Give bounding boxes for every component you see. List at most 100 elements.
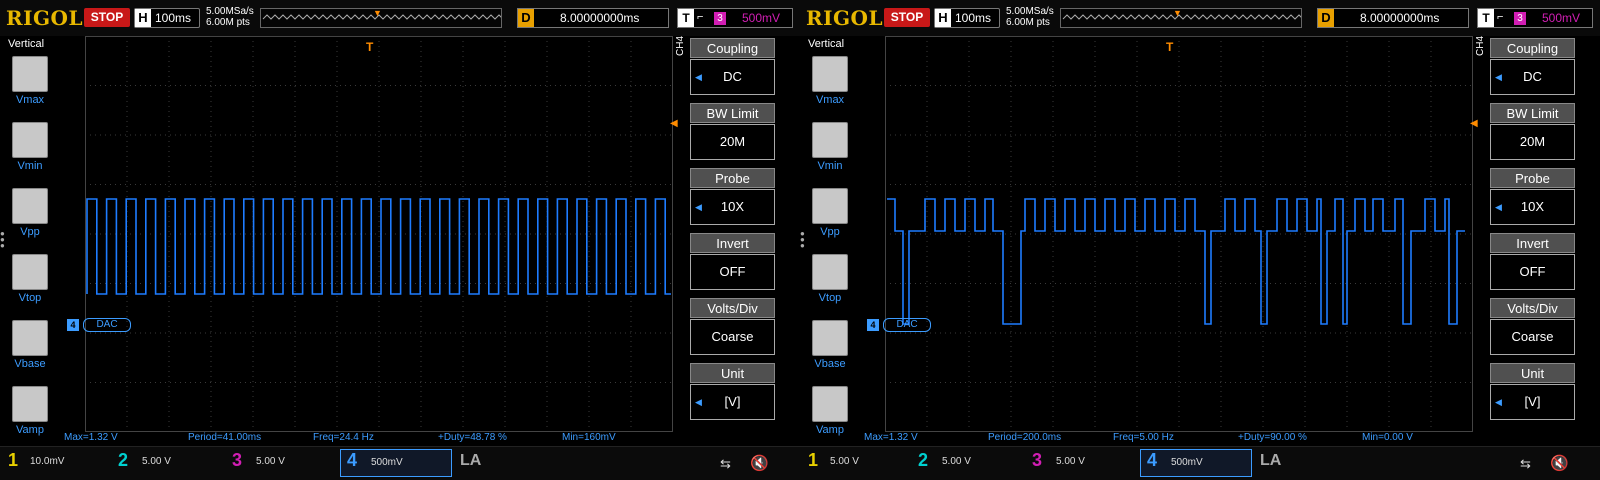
arrow-icon: ◀ [1495,72,1502,82]
trigger-source: 3 [1514,12,1526,25]
dac-trace [887,198,1465,325]
pulse-icon [812,188,848,224]
measure-vpp[interactable]: Vpp [12,188,52,238]
measure-vmax[interactable]: Vmax [12,56,52,106]
trigger-level: 500mV [742,11,781,25]
menu-bw-limit[interactable]: BW Limit 20M [1490,103,1575,163]
run-stop-status[interactable]: STOP [84,8,130,27]
horizontal-timebase[interactable]: H 100ms [934,8,1000,28]
menu-unit[interactable]: Unit ◀ [V] [690,363,775,423]
sample-info: 5.00MSa/s 6.00M pts [1006,6,1054,28]
measure-vmin[interactable]: Vmin [12,122,52,172]
arrow-icon: ◀ [695,397,702,407]
ch4-selected[interactable]: 4 500mV [1140,449,1252,477]
menu-volts-div[interactable]: Volts/Div Coarse [690,298,775,358]
measure-vmax[interactable]: Vmax [812,56,852,106]
arrow-icon: ◀ [695,202,702,212]
menu-probe[interactable]: Probe ◀ 10X [1490,168,1575,228]
channel-menu: Coupling ◀ DC BW Limit 20M Probe ◀ 10X Invert… [1490,38,1575,433]
menu-value: 20M [1490,124,1575,160]
measure-vpp[interactable]: Vpp [812,188,852,238]
trigger-box[interactable]: T ⌐ 3 500mV [677,8,793,28]
trigger-position-icon: ▼ [373,8,382,18]
waveform-display[interactable] [885,36,1473,432]
waveform-display[interactable] [85,36,673,432]
ch3-scale: 5.00 V [1056,456,1085,467]
menu-volts-div[interactable]: Volts/Div Coarse [1490,298,1575,358]
more-dots-icon: ● ● ● [0,229,5,250]
measure-duty: +Duty=48.78 % [438,432,507,443]
menu-invert[interactable]: Invert OFF [1490,233,1575,293]
measure-min: Min=160mV [562,432,616,443]
menu-channel-tag: CH4 [675,35,686,56]
graticule [85,36,673,432]
menu-head: Unit [690,363,775,383]
pulse-icon [812,56,848,92]
measure-vbase[interactable]: Vbase [812,320,852,370]
pulse-icon [12,188,48,224]
trigger-level-marker-icon: ◀ [1470,118,1478,129]
menu-unit[interactable]: Unit ◀ [V] [1490,363,1575,423]
ch3-number[interactable]: 3 [1032,450,1042,471]
speaker-mute-icon[interactable]: 🔇 [1550,454,1569,472]
ch2-number[interactable]: 2 [918,450,928,471]
sample-rate: 5.00MSa/s [206,6,254,17]
menu-value-text: OFF [1519,264,1546,279]
measurement-bar: Max=1.32 V Period=200.0ms Freq=5.00 Hz +… [860,432,1490,446]
screen-border [885,36,1473,432]
more-dots-icon: ● ● ● [800,229,805,250]
la-panel[interactable]: LA [1256,450,1396,476]
measure-vtop[interactable]: Vtop [12,254,52,304]
trigger-box[interactable]: T ⌐ 3 500mV [1477,8,1593,28]
horizontal-label: H [935,9,951,27]
delay-box[interactable]: D 8.00000000ms [517,8,669,28]
measure-vamp[interactable]: Vamp [12,386,52,436]
menu-probe[interactable]: Probe ◀ 10X [690,168,775,228]
ch2-number[interactable]: 2 [118,450,128,471]
measure-vamp[interactable]: Vamp [812,386,852,436]
run-stop-status[interactable]: STOP [884,8,930,27]
delay-label: D [1318,9,1334,27]
delay-box[interactable]: D 8.00000000ms [1317,8,1469,28]
timebase-value: 100ms [955,11,992,25]
measure-vtop[interactable]: Vtop [812,254,852,304]
menu-invert[interactable]: Invert OFF [690,233,775,293]
measurement-bar: Max=1.32 V Period=41.00ms Freq=24.4 Hz +… [60,432,690,446]
measure-panel: Vertical Vmax Vmin Vpp Vtop Vbase Vamp ●… [800,36,860,446]
pulse-icon [812,122,848,158]
trigger-level: 500mV [1542,11,1581,25]
menu-value: ◀ 10X [690,189,775,225]
ch4-selected[interactable]: 4 500mV [340,449,452,477]
measure-freq: Freq=24.4 Hz [313,432,374,443]
menu-value: 20M [690,124,775,160]
menu-head: BW Limit [690,103,775,123]
menu-coupling[interactable]: Coupling ◀ DC [690,38,775,98]
delay-value: 8.00000000ms [560,11,640,25]
brand-logo: RIGOL [806,6,884,30]
measure-vmin[interactable]: Vmin [812,122,852,172]
ch4-scale: 500mV [371,457,403,468]
measure-label: Vbase [814,358,846,370]
la-label: LA [1260,452,1282,469]
measure-vbase[interactable]: Vbase [12,320,52,370]
ch4-number: 4 [1147,450,1158,470]
rising-edge-icon: ⌐ [697,11,704,23]
la-panel[interactable]: LA [456,450,596,476]
channel-menu: Coupling ◀ DC BW Limit 20M Probe ◀ 10X Invert… [690,38,775,433]
menu-value-text: DC [723,69,742,84]
menu-coupling[interactable]: Coupling ◀ DC [1490,38,1575,98]
graticule [885,36,1473,432]
menu-bw-limit[interactable]: BW Limit 20M [690,103,775,163]
memory-overview-bar: ▼ [260,8,512,28]
ch3-number[interactable]: 3 [232,450,242,471]
measure-label: Vpp [20,226,40,238]
horizontal-timebase[interactable]: H 100ms [134,8,200,28]
menu-head: Probe [690,168,775,188]
usb-icon: ⇆ [1520,456,1531,471]
ch4-number: 4 [347,450,358,470]
ch1-number[interactable]: 1 [808,450,818,471]
pulse-icon [812,254,848,290]
speaker-mute-icon[interactable]: 🔇 [750,454,769,472]
delay-label: D [518,9,534,27]
ch1-number[interactable]: 1 [8,450,18,471]
